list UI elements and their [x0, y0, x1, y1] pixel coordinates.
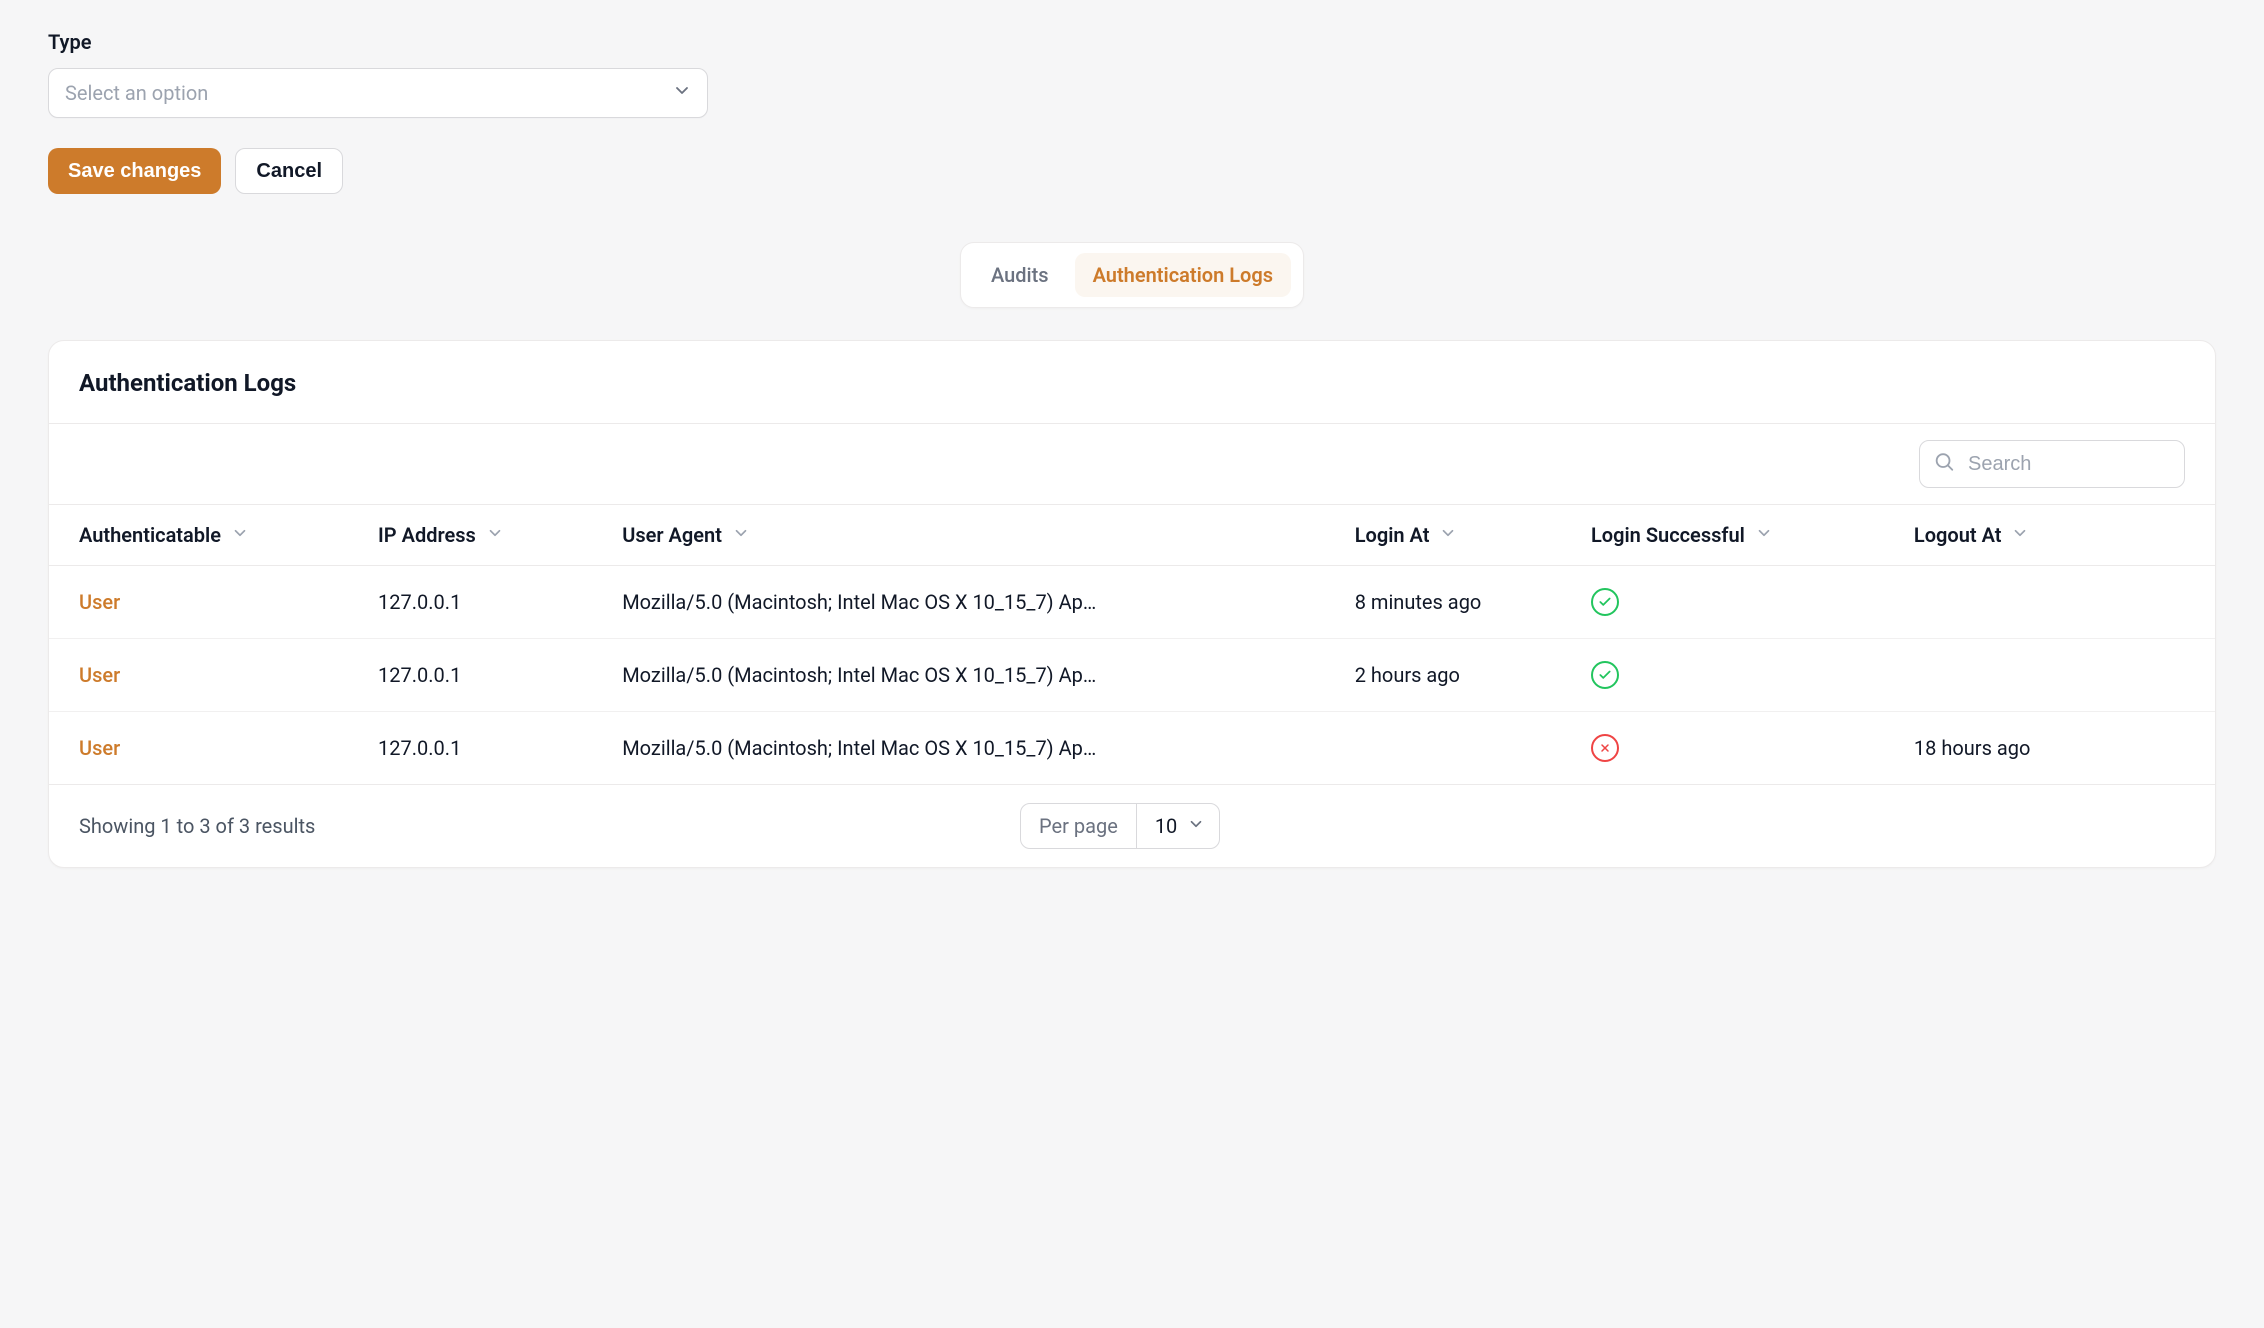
search-icon — [1933, 451, 1955, 478]
column-header-user-agent[interactable]: User Agent — [622, 523, 750, 547]
per-page-select[interactable]: Per page 10 — [1020, 803, 1220, 849]
chevron-down-icon — [486, 523, 504, 547]
ip-cell: 127.0.0.1 — [364, 566, 608, 639]
authentication-logs-panel: Authentication Logs Authenticatable — [48, 340, 2216, 868]
ip-cell: 127.0.0.1 — [364, 639, 608, 712]
per-page-label: Per page — [1021, 804, 1137, 848]
per-page-number: 10 — [1155, 814, 1177, 838]
column-label: Login Successful — [1591, 523, 1745, 547]
chevron-down-icon — [1187, 814, 1205, 838]
login-success-cell — [1577, 639, 1900, 712]
column-label: IP Address — [378, 523, 476, 547]
user-agent-cell: Mozilla/5.0 (Macintosh; Intel Mac OS X 1… — [608, 712, 1341, 785]
ip-cell: 127.0.0.1 — [364, 712, 608, 785]
chevron-down-icon — [2011, 523, 2029, 547]
table-row: User 127.0.0.1Mozilla/5.0 (Macintosh; Int… — [49, 566, 2215, 639]
chevron-down-icon — [231, 523, 249, 547]
search-input[interactable] — [1919, 440, 2185, 488]
extra-cell — [2152, 566, 2215, 639]
save-button[interactable]: Save changes — [48, 148, 221, 194]
results-summary: Showing 1 to 3 of 3 results — [79, 814, 315, 838]
panel-title: Authentication Logs — [49, 341, 2215, 423]
chevron-down-icon — [732, 523, 750, 547]
column-header-authenticatable[interactable]: Authenticatable — [79, 523, 249, 547]
login-success-cell — [1577, 566, 1900, 639]
authenticatable-link[interactable]: User — [79, 663, 120, 687]
chevron-down-icon — [1755, 523, 1773, 547]
type-select[interactable]: Select an option — [48, 68, 708, 118]
column-label: Authenticatable — [79, 523, 221, 547]
user-agent-cell: Mozilla/5.0 (Macintosh; Intel Mac OS X 1… — [608, 566, 1341, 639]
login-at-cell: 2 hours ago — [1341, 639, 1577, 712]
table-row: User 127.0.0.1Mozilla/5.0 (Macintosh; Int… — [49, 712, 2215, 785]
column-label: Login At — [1355, 523, 1430, 547]
authentication-logs-table: Authenticatable IP Address User Agent — [49, 505, 2215, 784]
logout-at-cell — [1900, 566, 2152, 639]
tab-authentication-logs[interactable]: Authentication Logs — [1075, 253, 1291, 297]
tab-audits[interactable]: Audits — [973, 253, 1067, 297]
check-circle-icon — [1591, 661, 1619, 689]
login-at-cell: 8 minutes ago — [1341, 566, 1577, 639]
logout-at-cell: 18 hours ago — [1900, 712, 2152, 785]
check-circle-icon — [1591, 588, 1619, 616]
column-label: User Agent — [622, 523, 722, 547]
x-circle-icon — [1591, 734, 1619, 762]
column-label: Logout At — [1914, 523, 2002, 547]
chevron-down-icon — [1439, 523, 1457, 547]
tab-group: Audits Authentication Logs — [960, 242, 1304, 308]
column-header-ip-address[interactable]: IP Address — [378, 523, 504, 547]
extra-cell — [2152, 639, 2215, 712]
table-row: User 127.0.0.1Mozilla/5.0 (Macintosh; Int… — [49, 639, 2215, 712]
authenticatable-link[interactable]: User — [79, 736, 120, 760]
per-page-value[interactable]: 10 — [1137, 804, 1219, 848]
login-success-cell — [1577, 712, 1900, 785]
login-at-cell — [1341, 712, 1577, 785]
column-header-login-at[interactable]: Login At — [1355, 523, 1458, 547]
logout-at-cell — [1900, 639, 2152, 712]
type-select-placeholder: Select an option — [65, 81, 208, 105]
cancel-button[interactable]: Cancel — [235, 148, 343, 194]
extra-cell — [2152, 712, 2215, 785]
authenticatable-link[interactable]: User — [79, 590, 120, 614]
column-header-login-successful[interactable]: Login Successful — [1591, 523, 1773, 547]
type-label: Type — [48, 30, 748, 54]
user-agent-cell: Mozilla/5.0 (Macintosh; Intel Mac OS X 1… — [608, 639, 1341, 712]
column-header-logout-at[interactable]: Logout At — [1914, 523, 2030, 547]
